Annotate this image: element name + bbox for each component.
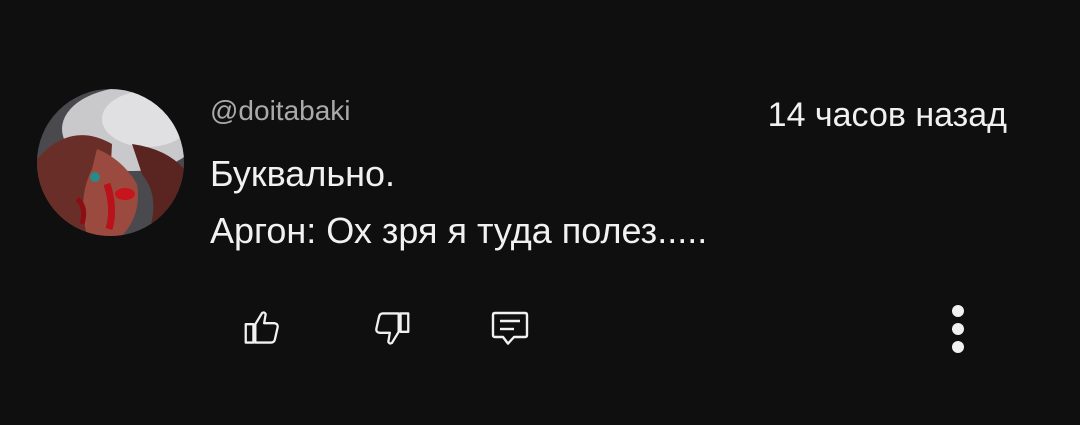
reply-comment-icon bbox=[491, 311, 529, 345]
comment-text-line: Буквально. bbox=[210, 153, 395, 194]
comment-text-line: Аргон: Ох зря я туда полез..... bbox=[210, 210, 708, 251]
comment-item: @doitabaki 14 часов назад Буквально. Арг… bbox=[0, 0, 1080, 425]
dislike-button[interactable] bbox=[366, 303, 416, 353]
like-button[interactable] bbox=[238, 303, 288, 353]
reply-button[interactable] bbox=[485, 303, 535, 353]
thumbs-up-icon bbox=[244, 311, 279, 344]
thumbs-down-icon bbox=[375, 312, 410, 345]
more-actions-button[interactable] bbox=[935, 300, 981, 358]
avatar[interactable] bbox=[37, 89, 184, 236]
avatar-image bbox=[37, 89, 184, 236]
vertical-dots-icon bbox=[952, 305, 964, 353]
comment-timestamp: 14 часов назад bbox=[767, 96, 1007, 134]
comment-author[interactable]: @doitabaki bbox=[210, 95, 351, 127]
